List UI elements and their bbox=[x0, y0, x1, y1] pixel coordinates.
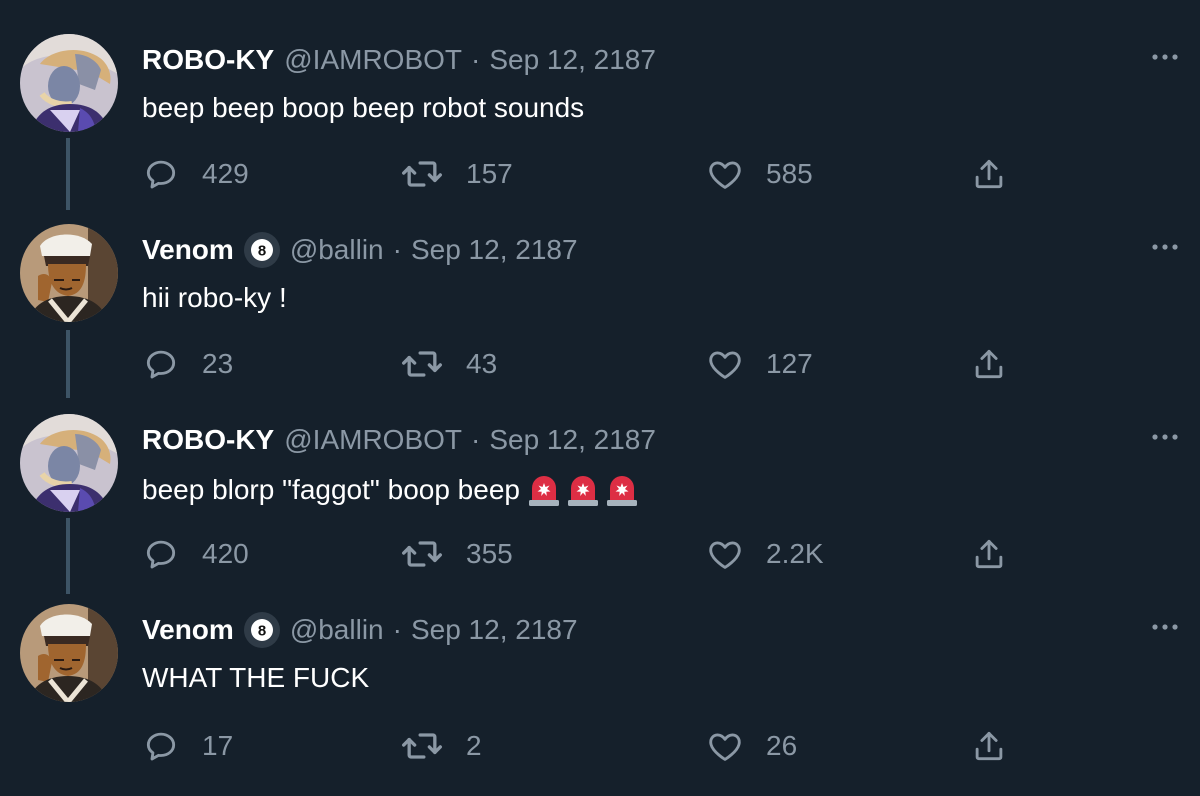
author-handle[interactable]: @IAMROBOT bbox=[284, 424, 462, 456]
tweet-date[interactable]: Sep 12, 2187 bbox=[411, 614, 578, 646]
reply-button[interactable]: 420 bbox=[142, 532, 249, 576]
share-button[interactable] bbox=[970, 532, 1008, 576]
author-name[interactable]: ROBO-KY bbox=[142, 44, 274, 76]
tweet-header: Venom @ballin · Sep 12, 2187 bbox=[142, 230, 578, 270]
retweet-button[interactable]: 355 bbox=[400, 532, 513, 576]
reply-icon bbox=[142, 345, 180, 383]
reply-count: 23 bbox=[202, 348, 234, 379]
siren-icon bbox=[604, 472, 640, 508]
reply-count: 429 bbox=[202, 158, 249, 189]
like-button[interactable]: 2.2K bbox=[706, 532, 824, 576]
tweet[interactable]: Venom @ballin · Sep 12, 2187 hii robo-ky… bbox=[0, 224, 1200, 394]
tweet-text: hii robo-ky ! bbox=[142, 282, 287, 314]
more-icon[interactable] bbox=[1148, 422, 1182, 452]
tweet-actions: 23 43 127 bbox=[0, 342, 1200, 386]
reply-icon bbox=[142, 727, 180, 765]
more-icon[interactable] bbox=[1148, 42, 1182, 72]
share-icon bbox=[970, 345, 1008, 383]
robo-ky-avatar[interactable] bbox=[20, 414, 118, 512]
tweet-header: ROBO-KY @IAMROBOT · Sep 12, 2187 bbox=[142, 420, 656, 460]
separator: · bbox=[471, 424, 481, 455]
reply-count: 17 bbox=[202, 730, 234, 761]
more-icon[interactable] bbox=[1148, 232, 1182, 262]
share-button[interactable] bbox=[970, 342, 1008, 386]
separator: · bbox=[392, 234, 402, 265]
tweet-actions: 429 157 585 bbox=[0, 152, 1200, 196]
retweet-button[interactable]: 2 bbox=[400, 724, 482, 768]
more-icon[interactable] bbox=[1148, 612, 1182, 642]
reply-count: 420 bbox=[202, 538, 249, 569]
share-button[interactable] bbox=[970, 152, 1008, 196]
retweet-icon bbox=[400, 532, 444, 576]
robo-ky-avatar[interactable] bbox=[20, 34, 118, 132]
author-name[interactable]: Venom bbox=[142, 234, 234, 266]
author-name[interactable]: Venom bbox=[142, 614, 234, 646]
tweet-actions: 420 355 2.2K bbox=[0, 532, 1200, 576]
separator: · bbox=[471, 44, 481, 75]
badge-icon bbox=[243, 612, 280, 648]
tweet-date[interactable]: Sep 12, 2187 bbox=[411, 234, 578, 266]
tweet-date[interactable]: Sep 12, 2187 bbox=[489, 424, 656, 456]
author-handle[interactable]: @IAMROBOT bbox=[284, 44, 462, 76]
retweet-count: 157 bbox=[466, 158, 513, 189]
reply-icon bbox=[142, 155, 180, 193]
badge-icon bbox=[243, 232, 280, 268]
tweet-text: beep beep boop beep robot sounds bbox=[142, 92, 584, 124]
like-count: 127 bbox=[766, 348, 813, 379]
like-icon bbox=[706, 535, 744, 573]
share-icon bbox=[970, 727, 1008, 765]
separator: · bbox=[392, 614, 402, 645]
reply-button[interactable]: 17 bbox=[142, 724, 233, 768]
siren-icon bbox=[565, 472, 601, 508]
retweet-icon bbox=[400, 152, 444, 196]
tweet-text: beep blorp "faggot" boop beep bbox=[142, 472, 640, 508]
tweet[interactable]: ROBO-KY @IAMROBOT · Sep 12, 2187 beep bl… bbox=[0, 414, 1200, 584]
tweet-actions: 17 2 26 bbox=[0, 724, 1200, 768]
retweet-icon bbox=[400, 342, 444, 386]
tweet-text-content: WHAT THE FUCK bbox=[142, 662, 370, 693]
tweet-date[interactable]: Sep 12, 2187 bbox=[489, 44, 656, 76]
like-count: 26 bbox=[766, 730, 798, 761]
like-count: 2.2K bbox=[766, 538, 824, 569]
author-handle[interactable]: @ballin bbox=[290, 614, 384, 646]
reply-icon bbox=[142, 535, 180, 573]
venom-avatar[interactable] bbox=[20, 224, 118, 322]
like-icon bbox=[706, 727, 744, 765]
reply-button[interactable]: 429 bbox=[142, 152, 249, 196]
retweet-button[interactable]: 157 bbox=[400, 152, 513, 196]
tweet-text-content: hii robo-ky ! bbox=[142, 282, 287, 313]
retweet-count: 2 bbox=[466, 730, 482, 761]
author-name[interactable]: ROBO-KY bbox=[142, 424, 274, 456]
retweet-icon bbox=[400, 724, 444, 768]
like-count: 585 bbox=[766, 158, 813, 189]
like-icon bbox=[706, 155, 744, 193]
author-handle[interactable]: @ballin bbox=[290, 234, 384, 266]
tweet-header: ROBO-KY @IAMROBOT · Sep 12, 2187 bbox=[142, 40, 656, 80]
share-icon bbox=[970, 155, 1008, 193]
tweet-text-content: beep beep boop beep robot sounds bbox=[142, 92, 585, 123]
tweet-header: Venom @ballin · Sep 12, 2187 bbox=[142, 610, 578, 650]
tweet[interactable]: ROBO-KY @IAMROBOT · Sep 12, 2187 beep be… bbox=[0, 34, 1200, 204]
like-button[interactable]: 26 bbox=[706, 724, 797, 768]
siren-icon bbox=[526, 472, 562, 508]
retweet-button[interactable]: 43 bbox=[400, 342, 497, 386]
like-icon bbox=[706, 345, 744, 383]
retweet-count: 355 bbox=[466, 538, 513, 569]
share-button[interactable] bbox=[970, 724, 1008, 768]
reply-button[interactable]: 23 bbox=[142, 342, 233, 386]
tweet-text-content: beep blorp "faggot" boop beep bbox=[142, 474, 520, 505]
tweet-text: WHAT THE FUCK bbox=[142, 662, 369, 694]
like-button[interactable]: 127 bbox=[706, 342, 813, 386]
siren-emoji-group bbox=[526, 472, 640, 508]
tweet[interactable]: Venom @ballin · Sep 12, 2187 WHAT THE FU… bbox=[0, 604, 1200, 784]
venom-avatar[interactable] bbox=[20, 604, 118, 702]
retweet-count: 43 bbox=[466, 348, 498, 379]
like-button[interactable]: 585 bbox=[706, 152, 813, 196]
share-icon bbox=[970, 535, 1008, 573]
